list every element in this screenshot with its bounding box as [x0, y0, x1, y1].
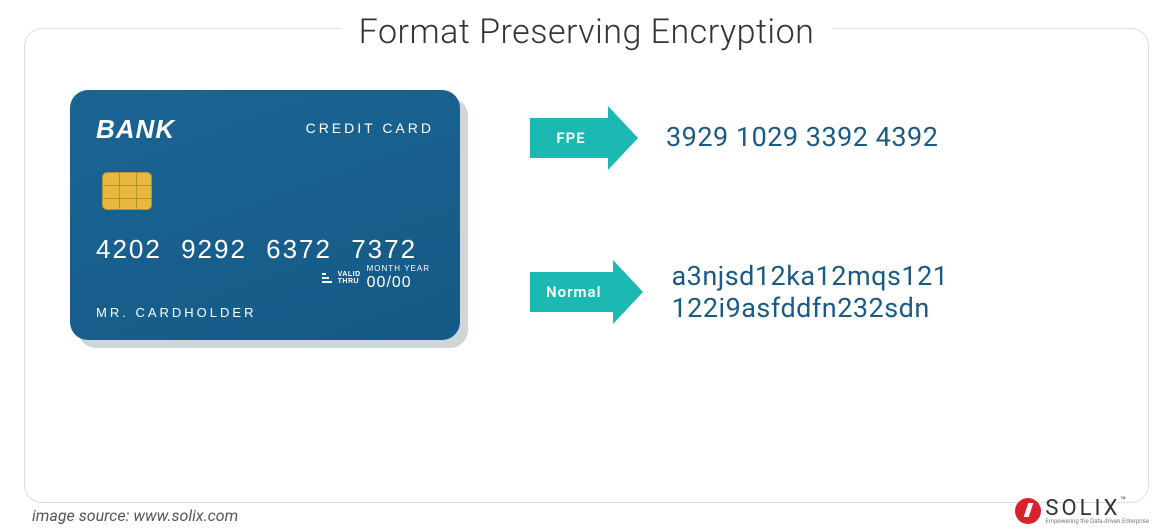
solix-logo: SOLIX™ Empowering the Data-driven Enterp… [1015, 496, 1149, 525]
month-year-label: MONTH YEAR [367, 264, 430, 273]
output-rows: FPE 3929 1029 3392 4392 Normal a3njsd12k… [530, 106, 1123, 325]
valid-date: 00/00 [367, 274, 430, 292]
fpe-row: FPE 3929 1029 3392 4392 [530, 106, 1123, 170]
arrow-head-icon [608, 106, 638, 170]
trademark-symbol: ™ [1120, 496, 1126, 506]
normal-output-line1: a3njsd12ka12mqs121 [671, 260, 948, 292]
valid-thru-block: VALID THRU MONTH YEAR 00/00 [322, 264, 430, 292]
card-face: BANK CREDIT CARD 4202 9292 6372 7372 VAL… [70, 90, 460, 340]
fpe-output: 3929 1029 3392 4392 [666, 121, 938, 153]
card-number: 4202 9292 6372 7372 [96, 234, 417, 265]
solix-logo-text-block: SOLIX™ Empowering the Data-driven Enterp… [1045, 496, 1149, 525]
card-type-label: CREDIT CARD [306, 120, 434, 136]
cardholder-name: MR. CARDHOLDER [96, 305, 256, 320]
normal-arrow-label: Normal [530, 272, 613, 312]
chip-icon [102, 172, 152, 210]
signal-icon [322, 273, 332, 283]
fpe-arrow: FPE [530, 106, 638, 170]
valid-label-top: VALID [338, 271, 361, 278]
normal-output: a3njsd12ka12mqs121 122i9asfddfn232sdn [671, 260, 948, 325]
solix-logo-icon [1015, 498, 1041, 524]
normal-output-line2: 122i9asfddfn232sdn [671, 292, 929, 324]
fpe-arrow-label: FPE [530, 118, 608, 158]
content-area: BANK CREDIT CARD 4202 9292 6372 7372 VAL… [70, 90, 1123, 340]
normal-row: Normal a3njsd12ka12mqs121 122i9asfddfn23… [530, 260, 1123, 325]
normal-arrow: Normal [530, 260, 643, 324]
valid-label-bot: THRU [338, 278, 361, 285]
footer: image source: www.solix.com SOLIX™ Empow… [32, 496, 1149, 525]
solix-tagline: Empowering the Data-driven Enterprise [1045, 518, 1149, 525]
valid-date-block: MONTH YEAR 00/00 [367, 264, 430, 292]
page-title: Format Preserving Encryption [341, 12, 833, 52]
arrow-head-icon [613, 260, 643, 324]
image-source: image source: www.solix.com [32, 506, 238, 525]
valid-thru-label: VALID THRU [338, 271, 361, 285]
credit-card: BANK CREDIT CARD 4202 9292 6372 7372 VAL… [70, 90, 460, 340]
bank-name: BANK [96, 114, 175, 145]
